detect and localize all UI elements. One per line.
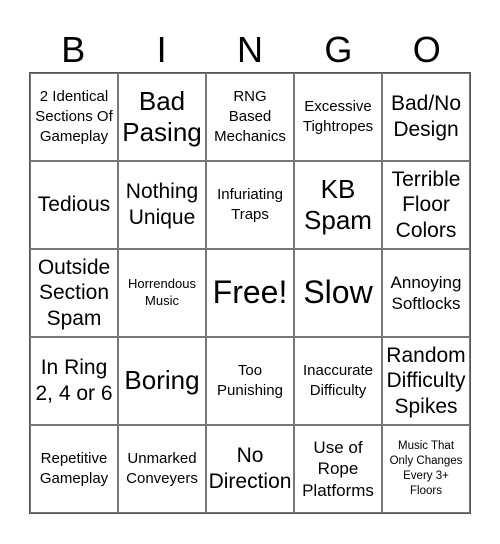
bingo-cell[interactable]: Free! (206, 249, 294, 337)
bingo-cell-text: In Ring 2, 4 or 6 (35, 356, 113, 405)
bingo-cell-text: Slow (303, 274, 373, 311)
bingo-cell[interactable]: Use of Rope Platforms (294, 425, 382, 513)
bingo-cell-text: Music That Only Changes Every 3+ Floors (389, 440, 463, 497)
bingo-cell[interactable]: Bad Pasing (118, 73, 206, 161)
bingo-grid: 2 Identical Sections Of Gameplay Bad Pasi… (29, 72, 471, 514)
bingo-cell-text: Horrendous Music (128, 276, 196, 308)
bingo-cell[interactable]: Tedious (30, 161, 118, 249)
bingo-cell-text: KB Spam (304, 173, 372, 235)
bingo-cell[interactable]: Nothing Unique (118, 161, 206, 249)
bingo-cell-text: Inaccurate Difficulty (302, 361, 374, 399)
bingo-cell-text: Outside Section Spam (37, 255, 111, 330)
header-letter-i: I (156, 29, 167, 70)
bingo-cell[interactable]: Horrendous Music (118, 249, 206, 337)
bingo-cell-text: Nothing Unique (125, 180, 199, 229)
header-letter-n: N (236, 29, 263, 70)
bingo-cell-text: Unmarked Conveyers (126, 449, 198, 487)
bingo-cell[interactable]: No Direction (206, 425, 294, 513)
bingo-cell-text: Free! (212, 274, 288, 311)
header-letter-o: O (412, 29, 441, 70)
bingo-cell-text: Random Difficulty Spikes (386, 343, 466, 418)
bingo-cell[interactable]: Unmarked Conveyers (118, 425, 206, 513)
bingo-cell[interactable]: Annoying Softlocks (382, 249, 470, 337)
bingo-cell[interactable]: Infuriating Traps (206, 161, 294, 249)
bingo-cell[interactable]: Random Difficulty Spikes (382, 337, 470, 425)
bingo-cell-text: Boring (124, 365, 200, 396)
bingo-cell-text: 2 Identical Sections Of Gameplay (35, 87, 113, 146)
bingo-cell[interactable]: Music That Only Changes Every 3+ Floors (382, 425, 470, 513)
bingo-cell[interactable]: Bad/No Design (382, 73, 470, 161)
bingo-cell-text: Terrible Floor Colors (391, 167, 461, 242)
bingo-header: B I N G O (29, 28, 471, 72)
bingo-cell[interactable]: Excessive Tightropes (294, 73, 382, 161)
bingo-cell[interactable]: Repetitive Gameplay (30, 425, 118, 513)
bingo-cell-text: Infuriating Traps (217, 185, 283, 223)
bingo-cell-text: Annoying Softlocks (390, 272, 462, 313)
bingo-cell-text: No Direction (208, 444, 292, 493)
bingo-cell-text: Tedious (37, 193, 111, 217)
bingo-cell[interactable]: In Ring 2, 4 or 6 (30, 337, 118, 425)
header-letter-b: B (61, 29, 86, 70)
bingo-cell[interactable]: 2 Identical Sections Of Gameplay (30, 73, 118, 161)
bingo-cell[interactable]: Outside Section Spam (30, 249, 118, 337)
bingo-cell-text: Bad Pasing (122, 85, 202, 147)
bingo-cell[interactable]: Terrible Floor Colors (382, 161, 470, 249)
bingo-cell[interactable]: Too Punishing (206, 337, 294, 425)
bingo-cell[interactable]: Inaccurate Difficulty (294, 337, 382, 425)
bingo-cell-text: Too Punishing (217, 361, 283, 399)
bingo-cell[interactable]: RNG Based Mechanics (206, 73, 294, 161)
bingo-cell-text: Excessive Tightropes (302, 97, 374, 135)
bingo-cell-text: Repetitive Gameplay (39, 449, 109, 487)
bingo-cell-text: Bad/No Design (390, 92, 462, 141)
bingo-cell[interactable]: KB Spam (294, 161, 382, 249)
bingo-cell-text: RNG Based Mechanics (214, 87, 286, 146)
bingo-cell[interactable]: Slow (294, 249, 382, 337)
bingo-cell-text: Use of Rope Platforms (302, 438, 374, 500)
bingo-cell[interactable]: Boring (118, 337, 206, 425)
header-letter-g: G (324, 29, 353, 70)
